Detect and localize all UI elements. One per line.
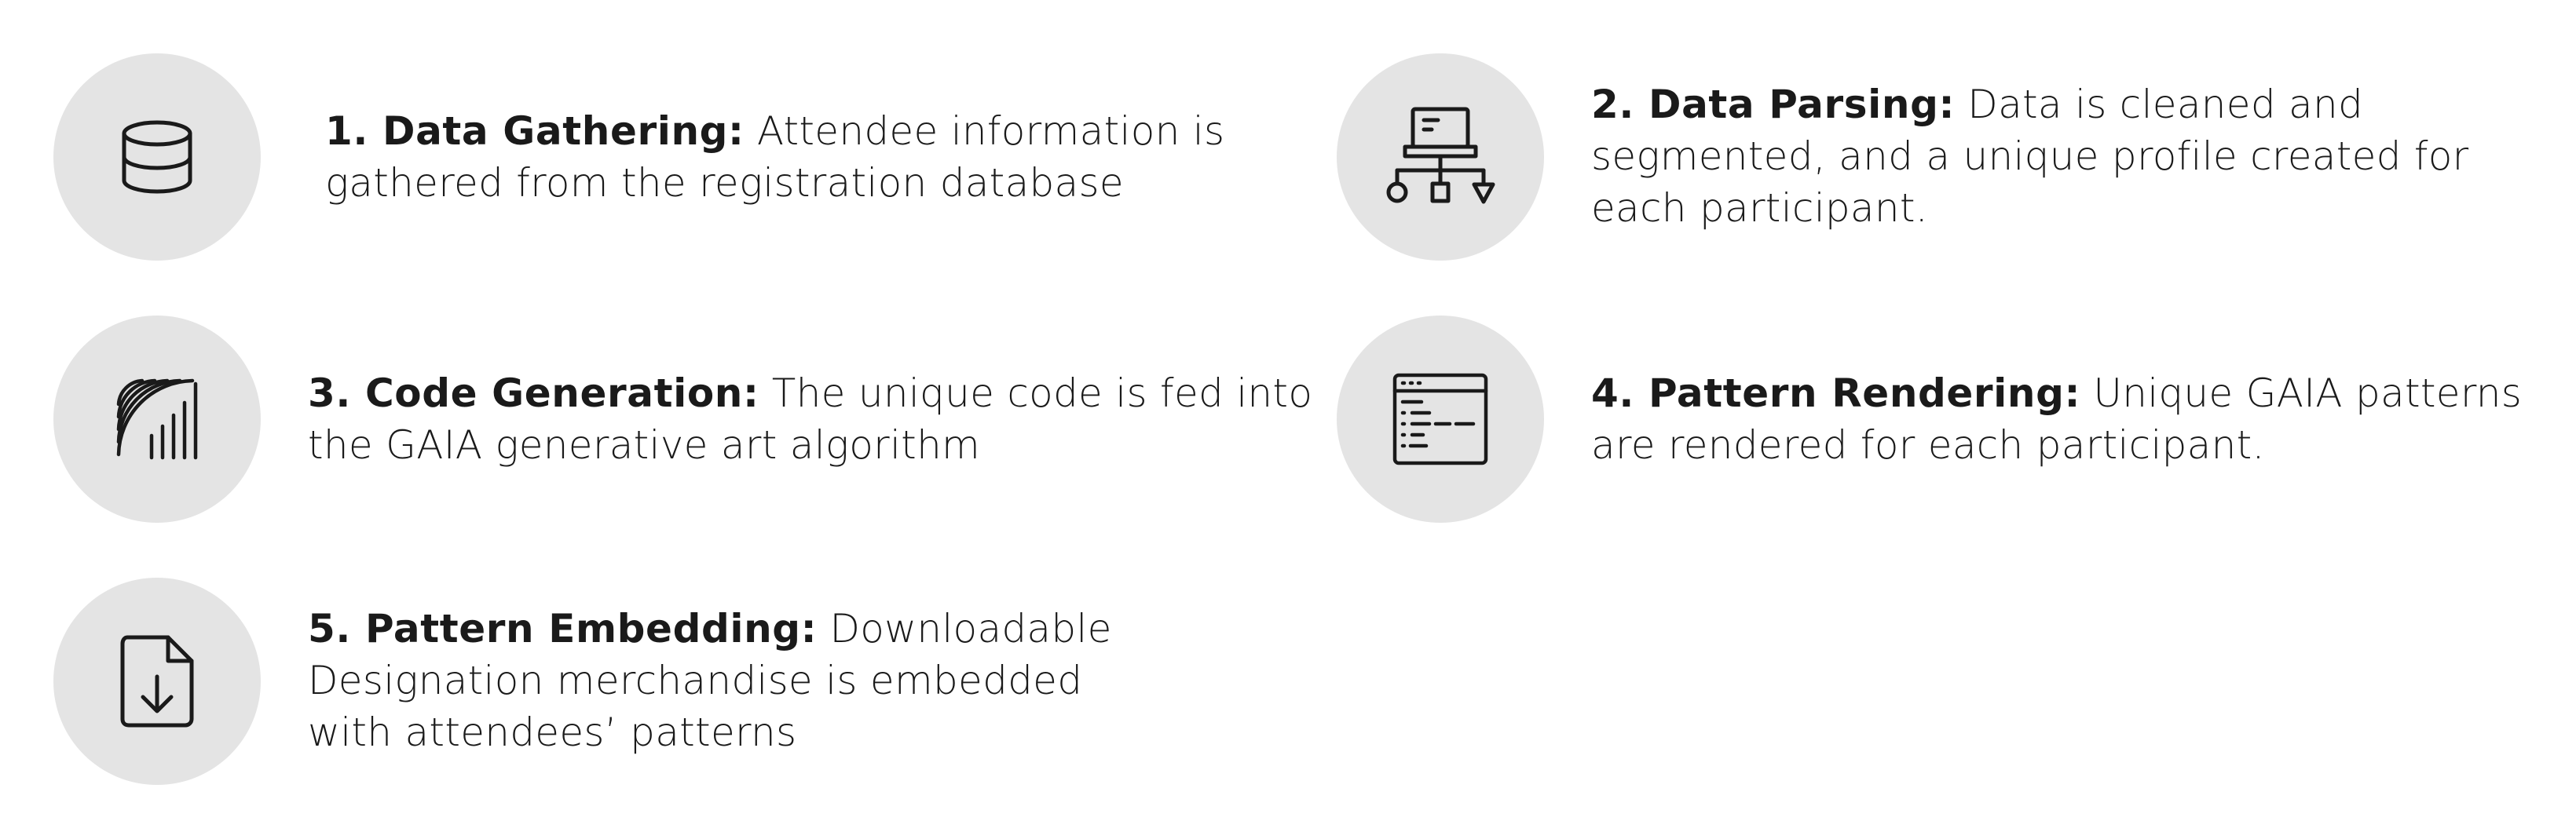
step-description: 2. Data Parsing: Data is cleaned and seg… xyxy=(1591,78,2565,234)
step-icon-circle xyxy=(53,316,261,523)
step-icon-circle xyxy=(53,53,261,261)
step-icon-circle xyxy=(1337,53,1544,261)
step-title: 4. Pattern Rendering: xyxy=(1591,370,2081,416)
step-icon-circle xyxy=(53,578,261,785)
file-download-icon xyxy=(120,635,194,728)
code-window-icon xyxy=(1392,373,1488,465)
step-title: 2. Data Parsing: xyxy=(1591,82,1956,127)
network-computer-icon xyxy=(1386,107,1495,204)
step-description: 1. Data Gathering: Attendee information … xyxy=(325,105,1268,209)
step-icon-circle xyxy=(1337,316,1544,523)
step-title: 3. Code Generation: xyxy=(308,370,759,416)
database-icon xyxy=(122,120,192,194)
step-description: 5. Pattern Embedding: Downloadable Desig… xyxy=(308,603,1156,758)
step-description: 4. Pattern Rendering: Unique GAIA patter… xyxy=(1591,367,2565,471)
generative-lines-icon xyxy=(116,378,198,460)
step-title: 5. Pattern Embedding: xyxy=(308,606,818,651)
step-description: 3. Code Generation: The unique code is f… xyxy=(308,367,1313,471)
step-title: 1. Data Gathering: xyxy=(325,108,745,154)
